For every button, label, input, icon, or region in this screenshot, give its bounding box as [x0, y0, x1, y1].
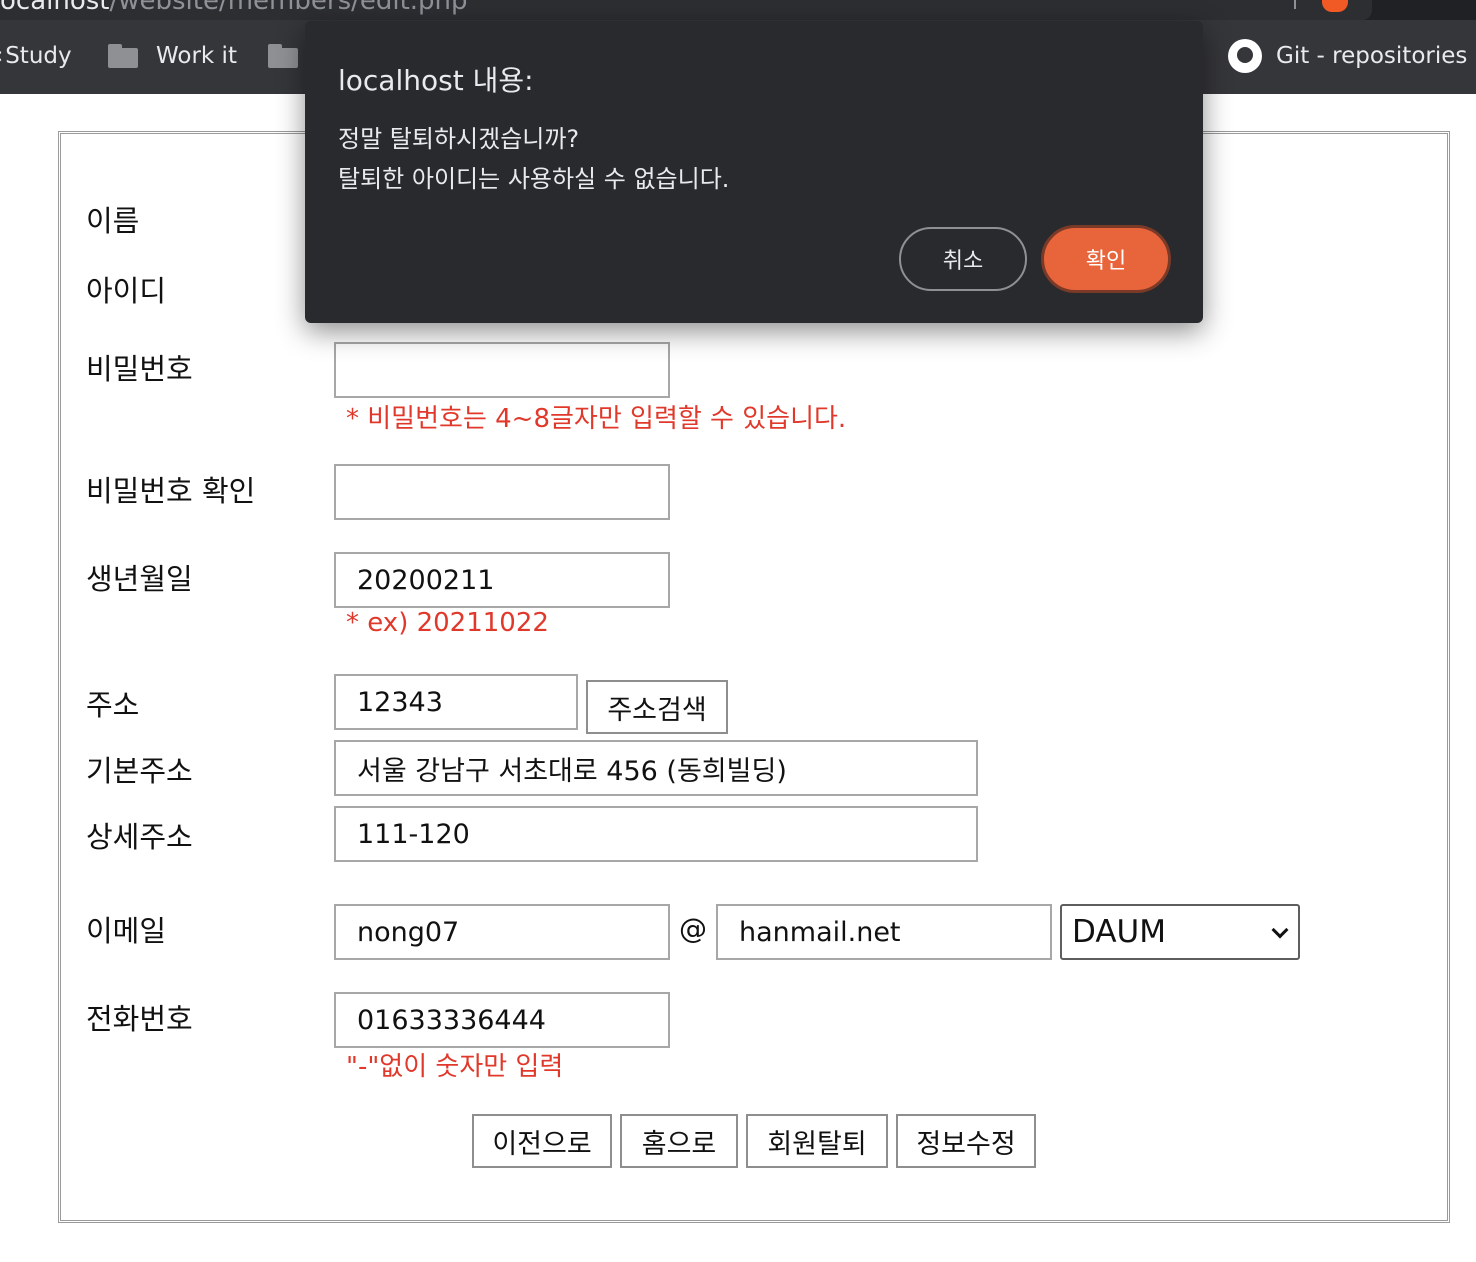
home-button[interactable]: 홈으로	[620, 1114, 738, 1168]
phone-input[interactable]: 01633336444	[334, 992, 670, 1048]
dialog-title: localhost 내용:	[338, 64, 534, 97]
label-address-basic: 기본주소	[86, 754, 193, 788]
label-zipcode: 주소	[86, 688, 140, 722]
chevron-down-icon	[1271, 921, 1289, 939]
password-confirm-input[interactable]	[334, 464, 670, 520]
bookmark-label: Git - repositories	[1276, 43, 1468, 69]
url-text: ocalhost/website/members/edit.php	[0, 0, 468, 16]
password-hint: * 비밀번호는 4~8글자만 입력할 수 있습니다.	[346, 404, 847, 434]
bookmark-label: Work it	[156, 43, 237, 69]
bookmark-study[interactable]: ‹ Study	[0, 38, 72, 74]
email-id-input[interactable]: nong07	[334, 904, 670, 960]
email-at-sign: @	[679, 912, 707, 945]
email-domain-select[interactable]: DAUM	[1060, 904, 1300, 960]
label-address-detail: 상세주소	[86, 820, 193, 854]
birth-input[interactable]: 20200211	[334, 552, 670, 608]
label-name: 이름	[86, 204, 140, 238]
label-phone: 전화번호	[86, 1002, 193, 1036]
address-basic-input[interactable]: 서울 강남구 서초대로 456 (동희빌딩)	[334, 740, 978, 796]
label-birth: 생년월일	[86, 562, 193, 596]
folder-icon	[268, 44, 298, 68]
address-bar[interactable]: ocalhost/website/members/edit.php	[0, 0, 1372, 20]
withdraw-button[interactable]: 회원탈퇴	[746, 1114, 888, 1168]
address-search-button[interactable]: 주소검색	[586, 680, 728, 734]
url-separator	[1294, 0, 1296, 9]
github-icon	[1228, 39, 1262, 73]
birth-hint: * ex) 20211022	[346, 608, 549, 638]
folder-icon	[108, 44, 138, 68]
label-password: 비밀번호	[86, 352, 193, 386]
bookmark-work-it[interactable]: Work it	[108, 38, 237, 74]
url-host: ocalhost	[0, 0, 110, 16]
dialog-message-line2: 탈퇴한 아이디는 사용하실 수 없습니다.	[338, 165, 730, 193]
address-detail-input[interactable]: 111-120	[334, 806, 978, 862]
update-button[interactable]: 정보수정	[896, 1114, 1036, 1168]
confirm-dialog: localhost 내용: 정말 탈퇴하시겠습니까? 탈퇴한 아이디는 사용하실…	[305, 21, 1203, 323]
bookmark-git-repositories[interactable]: Git - repositories	[1228, 38, 1467, 74]
dialog-ok-button[interactable]: 확인	[1041, 225, 1171, 293]
url-path: /website/members/edit.php	[109, 0, 468, 16]
folder-edge-icon: ‹	[0, 43, 3, 69]
dialog-cancel-button[interactable]: 취소	[899, 227, 1027, 291]
dialog-message-line1: 정말 탈퇴하시겠습니까?	[338, 125, 580, 153]
label-id: 아이디	[86, 274, 167, 308]
email-select-value: DAUM	[1072, 914, 1166, 950]
label-password-confirm: 비밀번호 확인	[86, 474, 256, 508]
email-domain-input[interactable]: hanmail.net	[716, 904, 1052, 960]
phone-hint: "-"없이 숫자만 입력	[346, 1052, 564, 1082]
password-input[interactable]	[334, 342, 670, 398]
bookmark-label: Study	[5, 43, 72, 69]
label-email: 이메일	[86, 914, 167, 948]
back-button[interactable]: 이전으로	[472, 1114, 612, 1168]
zipcode-input[interactable]: 12343	[334, 674, 578, 730]
